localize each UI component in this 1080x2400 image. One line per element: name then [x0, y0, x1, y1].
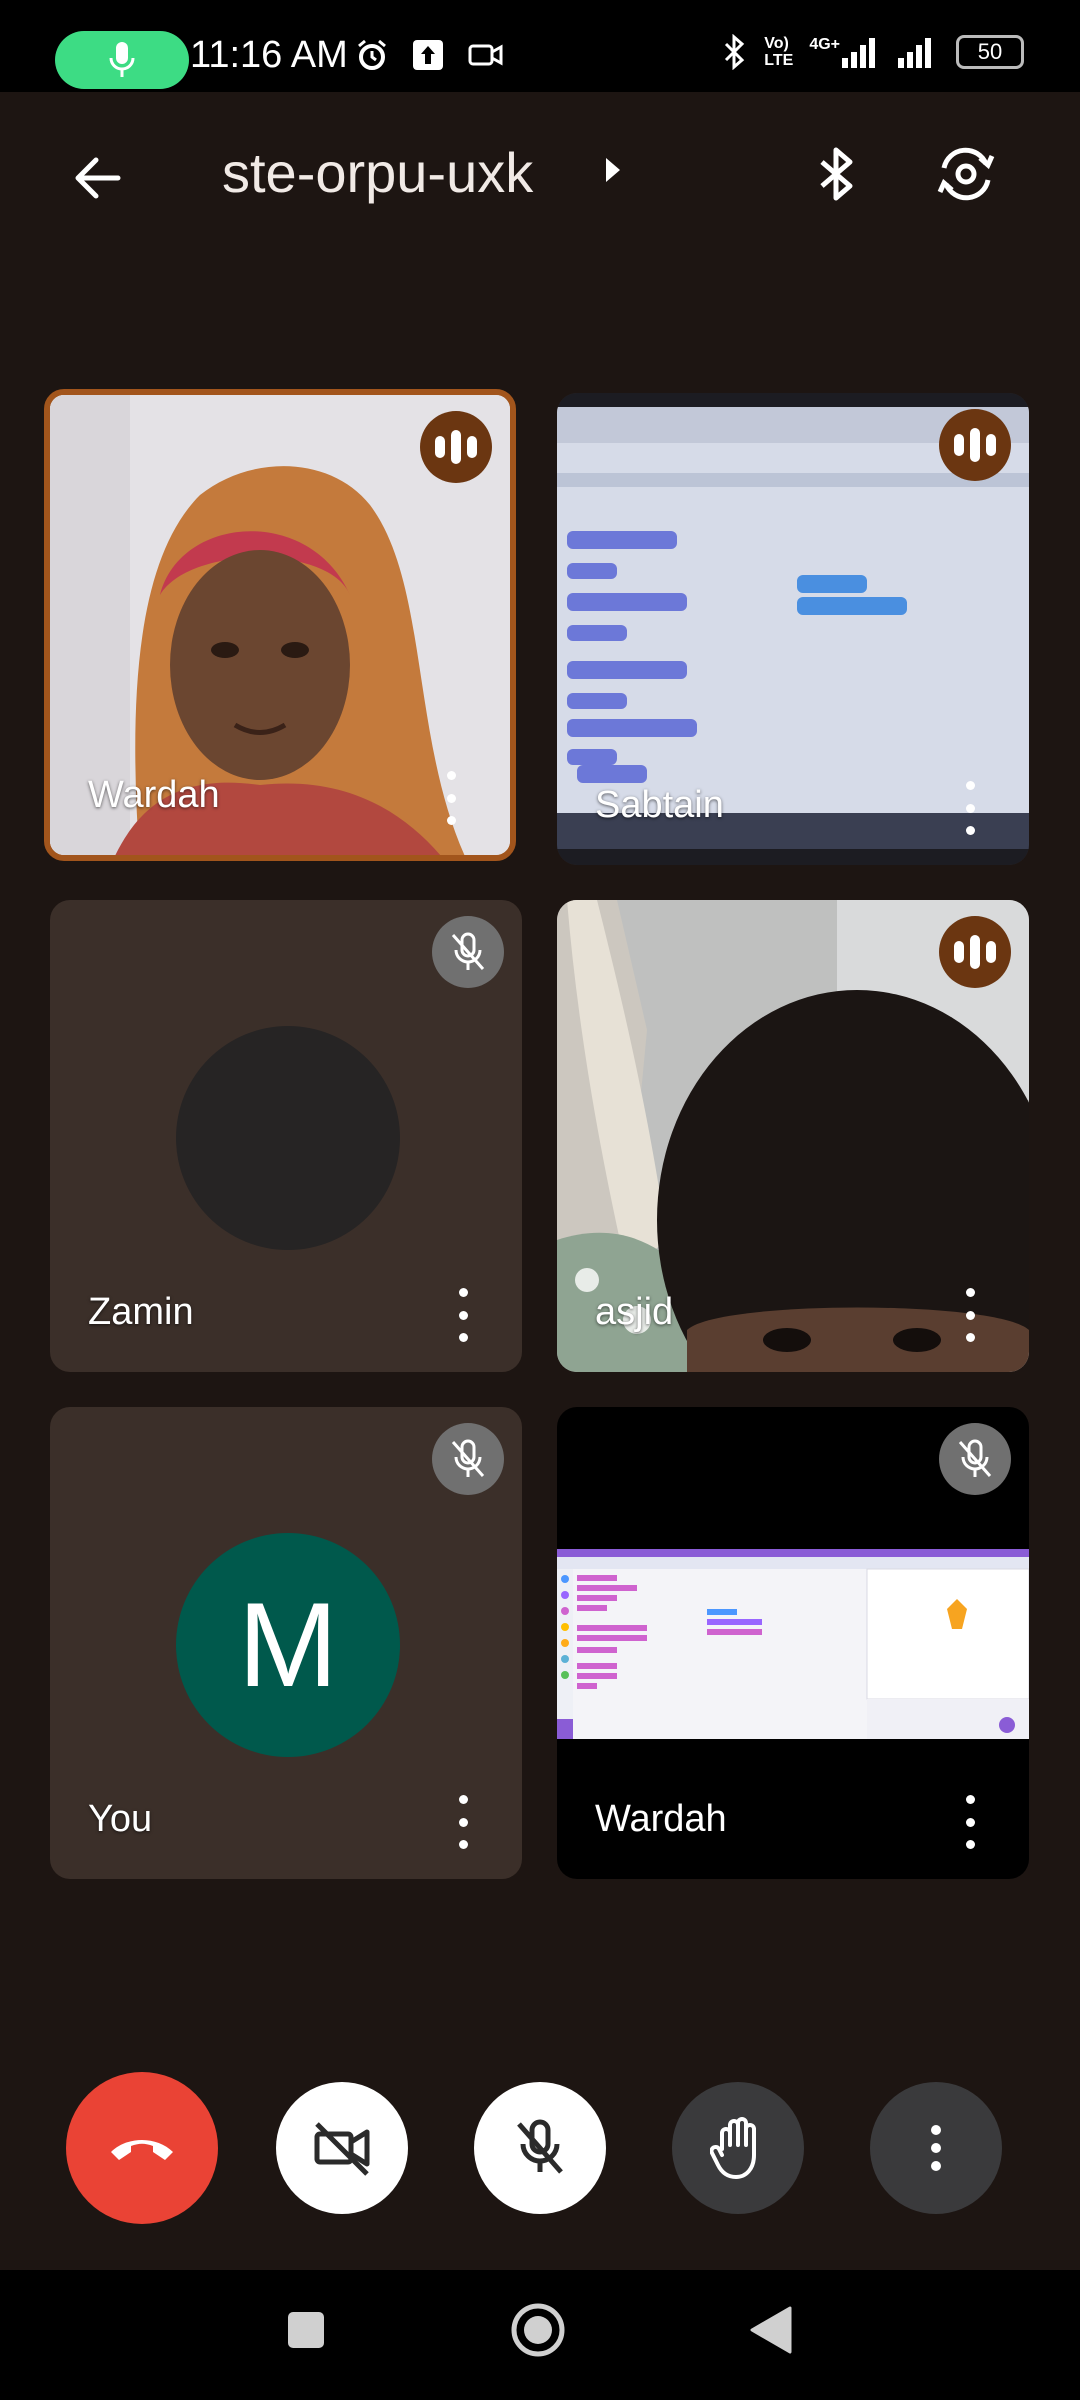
- signal-strength-icon-2: [898, 38, 931, 68]
- more-vert-icon: [458, 1288, 468, 1297]
- mic-in-use-indicator[interactable]: [55, 31, 189, 89]
- square-icon: [288, 2312, 324, 2348]
- participant-options-button[interactable]: [955, 781, 985, 835]
- mic-off-icon: [517, 2119, 563, 2174]
- participant-options-button[interactable]: [955, 1288, 985, 1342]
- speaking-indicator: [939, 409, 1011, 481]
- participant-options-button[interactable]: [955, 1795, 985, 1849]
- triangle-back-icon: [750, 2306, 792, 2354]
- participant-name: Wardah: [595, 1798, 727, 1840]
- home-button[interactable]: [508, 2300, 568, 2360]
- video-recording-icon: [468, 44, 503, 66]
- call-end-icon: [111, 2140, 173, 2160]
- switch-camera-button[interactable]: [930, 138, 1002, 215]
- audio-level-icon: [954, 428, 996, 462]
- raise-hand-button[interactable]: [672, 2082, 804, 2214]
- participant-name: You: [88, 1798, 153, 1840]
- more-vert-icon: [965, 1795, 975, 1804]
- participant-options-button[interactable]: [448, 1795, 478, 1849]
- more-vert-icon: [458, 1795, 468, 1804]
- flip-camera-icon: [937, 147, 995, 201]
- participant-avatar: M: [176, 1533, 400, 1757]
- recents-button[interactable]: [286, 2310, 326, 2350]
- participant-tile-asjid[interactable]: asjid: [557, 900, 1029, 1372]
- circle-home-icon: [511, 2303, 565, 2357]
- upload-icon: [413, 40, 443, 70]
- muted-indicator: [432, 916, 504, 988]
- signal-strength-icon-1: [842, 38, 875, 68]
- mic-icon: [109, 42, 135, 77]
- participant-options-button[interactable]: [436, 771, 466, 825]
- speaking-indicator: [939, 916, 1011, 988]
- alarm-icon: [358, 39, 386, 70]
- status-time: 11:16 AM: [190, 34, 348, 76]
- meeting-code-title[interactable]: ste-orpu-uxk: [222, 140, 533, 205]
- avatar-letter: M: [238, 1578, 338, 1712]
- more-vert-icon: [931, 2125, 941, 2171]
- meeting-app-bar: ste-orpu-uxk: [0, 92, 1080, 252]
- arrow-back-icon: [75, 157, 121, 199]
- back-nav-button[interactable]: [748, 2304, 794, 2356]
- more-options-button[interactable]: [870, 2082, 1002, 2214]
- muted-indicator: [432, 1423, 504, 1495]
- muted-indicator: [939, 1423, 1011, 1495]
- audio-level-icon: [435, 430, 477, 464]
- participant-name: Sabtain: [595, 784, 724, 826]
- hand-icon: [710, 2117, 756, 2179]
- mic-off-icon: [958, 1439, 992, 1477]
- participant-tile-wardah-presentation[interactable]: Wardah: [557, 1407, 1029, 1879]
- more-vert-icon: [965, 781, 975, 790]
- participant-name: Wardah: [88, 774, 220, 816]
- speaking-indicator: [420, 411, 492, 483]
- participant-tile-zamin[interactable]: Zamin: [50, 900, 522, 1372]
- more-vert-icon: [446, 771, 456, 780]
- system-navigation-bar: [0, 2270, 1080, 2400]
- camera-toggle-button[interactable]: [276, 2082, 408, 2214]
- participant-avatar: [176, 1026, 400, 1250]
- mic-off-icon: [451, 932, 485, 970]
- audio-output-button[interactable]: [800, 138, 872, 215]
- battery-indicator: 50: [956, 35, 1024, 69]
- participant-tile-sabtain[interactable]: Sabtain: [557, 393, 1029, 865]
- volte-indicator: Vo) LTE: [764, 35, 794, 69]
- network-type-label: 4G+: [809, 36, 840, 53]
- participant-name: Zamin: [88, 1291, 194, 1333]
- videocam-off-icon: [314, 2122, 370, 2176]
- bluetooth-status-icon: [725, 34, 745, 70]
- audio-level-icon: [954, 935, 996, 969]
- microphone-toggle-button[interactable]: [474, 2082, 606, 2214]
- more-vert-icon: [965, 1288, 975, 1297]
- participant-tile-you[interactable]: M You: [50, 1407, 522, 1879]
- end-call-button[interactable]: [66, 2072, 218, 2224]
- caret-right-icon[interactable]: [602, 154, 624, 186]
- participant-options-button[interactable]: [448, 1288, 478, 1342]
- screen-share-video: [557, 1549, 1029, 1739]
- bluetooth-icon: [820, 147, 853, 201]
- status-bar: 11:16 AM Vo) LTE 4G+ 50: [0, 0, 1080, 92]
- back-button[interactable]: [62, 142, 134, 214]
- mic-off-icon: [451, 1439, 485, 1477]
- participant-name: asjid: [595, 1291, 674, 1333]
- participant-tile-wardah[interactable]: Wardah: [44, 389, 516, 861]
